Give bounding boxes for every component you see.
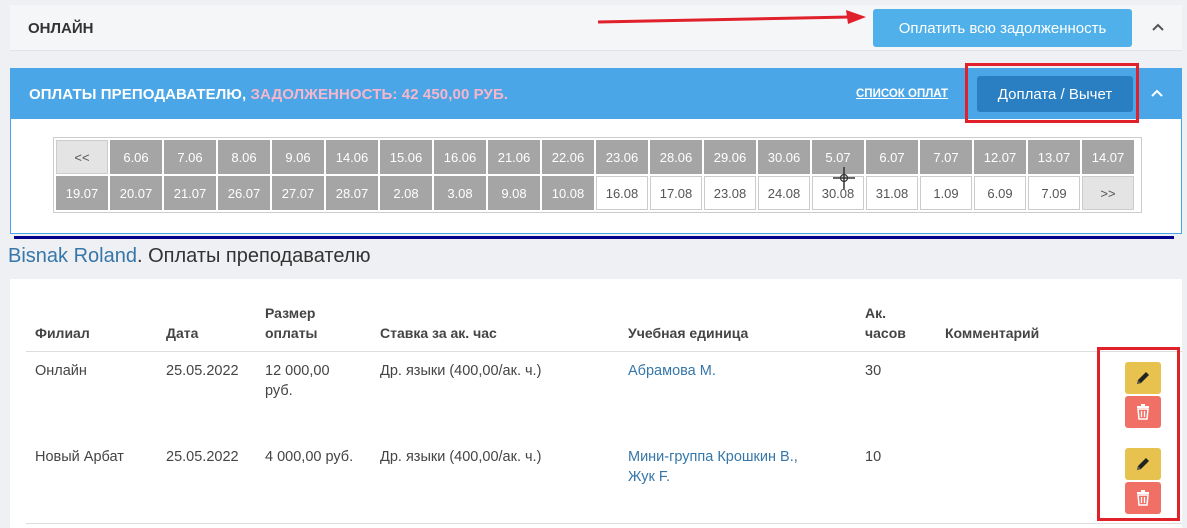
header-divider: [26, 351, 1182, 352]
date-cell[interactable]: 12.07: [974, 140, 1026, 174]
row2-rate: Др. языки (400,00/ак. ч.): [380, 449, 542, 465]
header-unit: Учебная единица: [628, 325, 749, 341]
debt-amount: ЗАДОЛЖЕННОСТЬ: 42 450,00 РУБ.: [246, 86, 509, 103]
date-cell[interactable]: 7.06: [164, 140, 216, 174]
row-divider: [26, 523, 1182, 524]
section-title: ОНЛАЙН: [28, 20, 94, 37]
date-cell[interactable]: 3.08: [434, 176, 486, 210]
date-cell[interactable]: 27.07: [272, 176, 324, 210]
row1-rate: Др. языки (400,00/ак. ч.): [380, 363, 542, 379]
divider-line: [14, 236, 1174, 239]
date-cell[interactable]: 17.08: [650, 176, 702, 210]
date-cell[interactable]: 9.08: [488, 176, 540, 210]
date-cell[interactable]: 16.06: [434, 140, 486, 174]
date-cell[interactable]: 10.08: [542, 176, 594, 210]
date-cell[interactable]: 20.07: [110, 176, 162, 210]
row1-unit-link[interactable]: Абрамова М.: [628, 361, 716, 381]
date-cell[interactable]: 23.06: [596, 140, 648, 174]
row1-hours: 30: [865, 363, 882, 379]
payments-list-link[interactable]: СПИСОК ОПЛАТ: [856, 88, 948, 100]
page-title: Bisnak Roland. Оплаты преподавателю: [8, 245, 371, 267]
row2-hours: 10: [865, 449, 882, 465]
annotation-highlight: [1097, 347, 1180, 521]
date-cell[interactable]: 9.06: [272, 140, 324, 174]
next-dates-button[interactable]: >>: [1082, 176, 1134, 210]
date-cell[interactable]: 1.09: [920, 176, 972, 210]
header-comment: Комментарий: [945, 325, 1040, 341]
lesson-dates-grid: << 6.06 7.06 8.06 9.06 14.06 15.06 16.06 21.06 22…: [53, 137, 1142, 213]
date-cell[interactable]: 26.07: [218, 176, 270, 210]
dates-row-1: << 6.06 7.06 8.06 9.06 14.06 15.06 16.06 21.06 22…: [56, 140, 1139, 174]
row2-unit-link[interactable]: Мини-группа Крошкин В., Жук F.: [628, 447, 798, 487]
date-cell[interactable]: 19.07: [56, 176, 108, 210]
date-cell[interactable]: 6.09: [974, 176, 1026, 210]
header-hours: Ак. часов: [865, 305, 906, 341]
date-cell[interactable]: 15.06: [380, 140, 432, 174]
row1-date: 25.05.2022: [166, 363, 239, 379]
dates-row-2: 19.07 20.07 21.07 26.07 27.07 28.07 2.08 3.08 9.…: [56, 176, 1139, 210]
date-cell[interactable]: 16.08: [596, 176, 648, 210]
date-cell[interactable]: 6.07: [866, 140, 918, 174]
chevron-up-icon[interactable]: [1152, 19, 1164, 34]
header-date: Дата: [166, 325, 199, 341]
annotation-arrow: [598, 10, 866, 24]
date-cell[interactable]: 21.07: [164, 176, 216, 210]
date-cell[interactable]: 13.07: [1028, 140, 1080, 174]
annotation-highlight: [965, 63, 1139, 123]
row2-amount: 4 000,00 руб.: [265, 449, 354, 465]
crosshair-cursor-icon: [833, 167, 855, 189]
header-branch: Филиал: [35, 325, 90, 341]
date-cell[interactable]: 28.07: [326, 176, 378, 210]
top-bar: ОНЛАЙН Оплатить всю задолженность: [10, 5, 1182, 51]
payments-table: Филиал Дата Размер оплаты Ставка за ак. ч…: [10, 279, 1182, 528]
date-cell[interactable]: 6.06: [110, 140, 162, 174]
date-cell[interactable]: 22.06: [542, 140, 594, 174]
header-amount: Размер оплаты: [265, 305, 318, 341]
prev-dates-button[interactable]: <<: [56, 140, 108, 174]
row2-branch: Новый Арбат: [35, 449, 124, 465]
row2-date: 25.05.2022: [166, 449, 239, 465]
date-cell[interactable]: 30.06: [758, 140, 810, 174]
date-cell[interactable]: 14.07: [1082, 140, 1134, 174]
date-cell[interactable]: 7.09: [1028, 176, 1080, 210]
row1-branch: Онлайн: [35, 363, 87, 379]
date-cell[interactable]: 28.06: [650, 140, 702, 174]
header-rate: Ставка за ак. час: [380, 325, 497, 341]
date-cell[interactable]: 14.06: [326, 140, 378, 174]
date-cell[interactable]: 24.08: [758, 176, 810, 210]
row1-amount: 12 000,00 руб.: [265, 363, 330, 399]
date-cell[interactable]: 29.06: [704, 140, 756, 174]
date-cell[interactable]: 23.08: [704, 176, 756, 210]
date-cell[interactable]: 8.06: [218, 140, 270, 174]
pay-all-debt-button[interactable]: Оплатить всю задолженность: [873, 9, 1132, 47]
chevron-up-icon[interactable]: [1151, 85, 1163, 100]
panel-title: ОПЛАТЫ ПРЕПОДАВАТЕЛЮ, ЗАДОЛЖЕННОСТЬ: 42 …: [29, 86, 509, 103]
teacher-name-link[interactable]: Bisnak Roland: [8, 245, 137, 267]
date-cell[interactable]: 2.08: [380, 176, 432, 210]
date-cell[interactable]: 7.07: [920, 140, 972, 174]
date-cell[interactable]: 31.08: [866, 176, 918, 210]
date-cell[interactable]: 21.06: [488, 140, 540, 174]
